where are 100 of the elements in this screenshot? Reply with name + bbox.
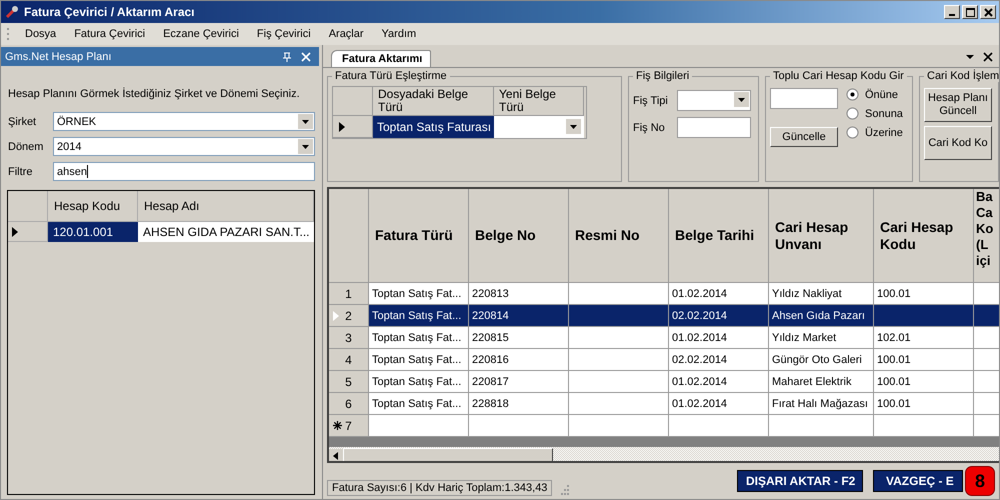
pin-icon[interactable] [283, 52, 291, 62]
table-row[interactable]: 1 Toptan Satış Fat... 220813 01.02.2014 Yıldız Nakliyat 100.01 [329, 283, 999, 305]
radio-label[interactable]: Sonuna [865, 108, 903, 120]
field-label: Filtre [8, 166, 34, 178]
table-row[interactable]: 3 Toptan Satış Fat... 220815 01.02.2014 Yıldız Market 102.01 [329, 327, 999, 349]
table-cell: 220816 [469, 349, 569, 371]
field-label: Dönem [8, 140, 44, 152]
table-cell: 100.01 [874, 349, 974, 371]
radio-button[interactable] [846, 88, 859, 101]
table-cell: 220814 [469, 305, 569, 327]
row-header[interactable]: 5 [329, 371, 369, 393]
action-button[interactable]: Cari Kod Ko [924, 126, 992, 160]
table-row[interactable]: 2 Toptan Satış Fat... 220814 02.02.2014 Ahsen Gıda Pazarı [329, 305, 999, 327]
field-label: Şirket [8, 116, 38, 128]
table-cell: Toptan Satış Fat... [369, 349, 469, 371]
notification-badge: 8 [965, 466, 995, 496]
menu-item[interactable]: Fiş Çevirici [248, 28, 320, 40]
wrench-icon [4, 4, 20, 20]
table-row[interactable]: 4 Toptan Satış Fat... 220816 02.02.2014 Güngör Oto Galeri 100.01 [329, 349, 999, 371]
input-field[interactable] [770, 88, 838, 109]
panel-title: Gms.Net Hesap Planı [5, 50, 112, 62]
horizontal-scrollbar[interactable] [329, 447, 999, 461]
resize-grip-icon[interactable] [558, 485, 570, 495]
row-pointer-icon [12, 226, 18, 236]
dropdown-field[interactable] [494, 116, 584, 138]
table-cell: 102.01 [874, 327, 974, 349]
action-button[interactable]: DIŞARI AKTAR - F2 [737, 470, 863, 492]
corner-header [8, 191, 48, 222]
menu-item[interactable]: Yardım [372, 28, 426, 40]
dropdown-arrow-icon[interactable] [965, 52, 975, 62]
table-cell: 100.01 [874, 283, 974, 305]
table-cell: AHSEN GIDA PAZARI SAN.T... [138, 222, 314, 242]
input-field[interactable] [677, 117, 751, 138]
table-cell: 100.01 [874, 393, 974, 415]
table-cell: Toptan Satış Fat... [369, 305, 469, 327]
table-cell: Toptan Satış Faturası [373, 116, 494, 138]
table-cell: Toptan Satış Fat... [369, 371, 469, 393]
minimize-button[interactable] [944, 5, 960, 19]
maximize-button[interactable] [962, 5, 978, 19]
row-header[interactable]: 3 [329, 327, 369, 349]
row-pointer-icon [333, 310, 339, 320]
radio-label[interactable]: Üzerine [865, 126, 903, 138]
row-header[interactable]: 6 [329, 393, 369, 415]
row-header[interactable]: 2 [329, 305, 369, 327]
menu-item[interactable]: Araçlar [320, 28, 373, 40]
table-cell: 01.02.2014 [669, 283, 769, 305]
input-field[interactable]: ahsen [53, 162, 315, 181]
row-header[interactable]: 7 [329, 415, 369, 437]
table-cell [974, 327, 999, 349]
new-row[interactable]: 7 [329, 415, 999, 437]
instruction-text: Hesap Planını Görmek İstediğiniz Şirket ve Dönemi Seçiniz. [8, 88, 300, 100]
row-number: 7 [345, 418, 352, 432]
window-title: Fatura Çevirici / Aktarım Aracı [24, 5, 195, 19]
group-title: Cari Kod İşlem [926, 70, 999, 82]
table-cell: 220813 [469, 283, 569, 305]
table-cell: 228818 [469, 393, 569, 415]
table-cell: Güngör Oto Galeri [769, 349, 874, 371]
row-number: 5 [345, 374, 352, 388]
group-title: Fiş Bilgileri [635, 70, 690, 82]
table-row[interactable]: 6 Toptan Satış Fat... 228818 01.02.2014 Fırat Halı Mağazası 100.01 [329, 393, 999, 415]
tab[interactable]: Fatura Aktarımı [331, 50, 432, 67]
table-cell: Yıldız Nakliyat [769, 283, 874, 305]
table-cell: 220817 [469, 371, 569, 393]
scroll-left-icon[interactable] [329, 448, 343, 461]
close-icon[interactable] [983, 52, 993, 62]
field-label: Fiş Tipi [633, 94, 669, 106]
dropdown-field[interactable]: ÖRNEK [53, 112, 315, 131]
menu-item[interactable]: Fatura Çevirici [65, 28, 154, 40]
group-title: Toplu Cari Hesap Kodu Gir [772, 70, 905, 82]
radio-button[interactable] [846, 126, 859, 139]
row-number: 2 [345, 308, 352, 322]
maximize-icon [966, 8, 974, 16]
status-bar: Fatura Sayısı:6 | Kdv Hariç Toplam:1.343,43 [327, 480, 552, 496]
table-cell: 100.01 [874, 371, 974, 393]
radio-label[interactable]: Önüne [865, 88, 898, 100]
dropdown-field[interactable]: 2014 [53, 137, 315, 156]
table-cell: Toptan Satış Fat... [369, 327, 469, 349]
table-cell: 220815 [469, 327, 569, 349]
table-cell: 02.02.2014 [669, 305, 769, 327]
minimize-icon [949, 14, 955, 16]
table-cell [974, 371, 999, 393]
table-row[interactable]: 120.01.001 AHSEN GIDA PAZARI SAN.T... [8, 222, 314, 242]
menu-item[interactable]: Eczane Çevirici [154, 28, 248, 40]
table-cell: 01.02.2014 [669, 327, 769, 349]
close-button[interactable] [980, 5, 996, 19]
row-header[interactable]: 1 [329, 283, 369, 305]
table-cell: Ahsen Gıda Pazarı [769, 305, 874, 327]
grip-icon [7, 28, 10, 40]
radio-button[interactable] [846, 107, 859, 120]
action-button[interactable]: Hesap Planı Güncell [924, 88, 992, 122]
table-cell [974, 349, 999, 371]
dropdown-field[interactable] [677, 90, 751, 111]
row-header[interactable]: 4 [329, 349, 369, 371]
table-row[interactable]: Toptan Satış Faturası [333, 116, 586, 138]
row-number: 1 [345, 286, 352, 300]
table-cell: 120.01.001 [48, 222, 138, 242]
update-button[interactable]: Güncelle [770, 127, 838, 147]
table-row[interactable]: 5 Toptan Satış Fat... 220817 01.02.2014 Maharet Elektrik 100.01 [329, 371, 999, 393]
menu-item[interactable]: Dosya [16, 28, 66, 40]
action-button[interactable]: VAZGEÇ - E [873, 470, 963, 492]
